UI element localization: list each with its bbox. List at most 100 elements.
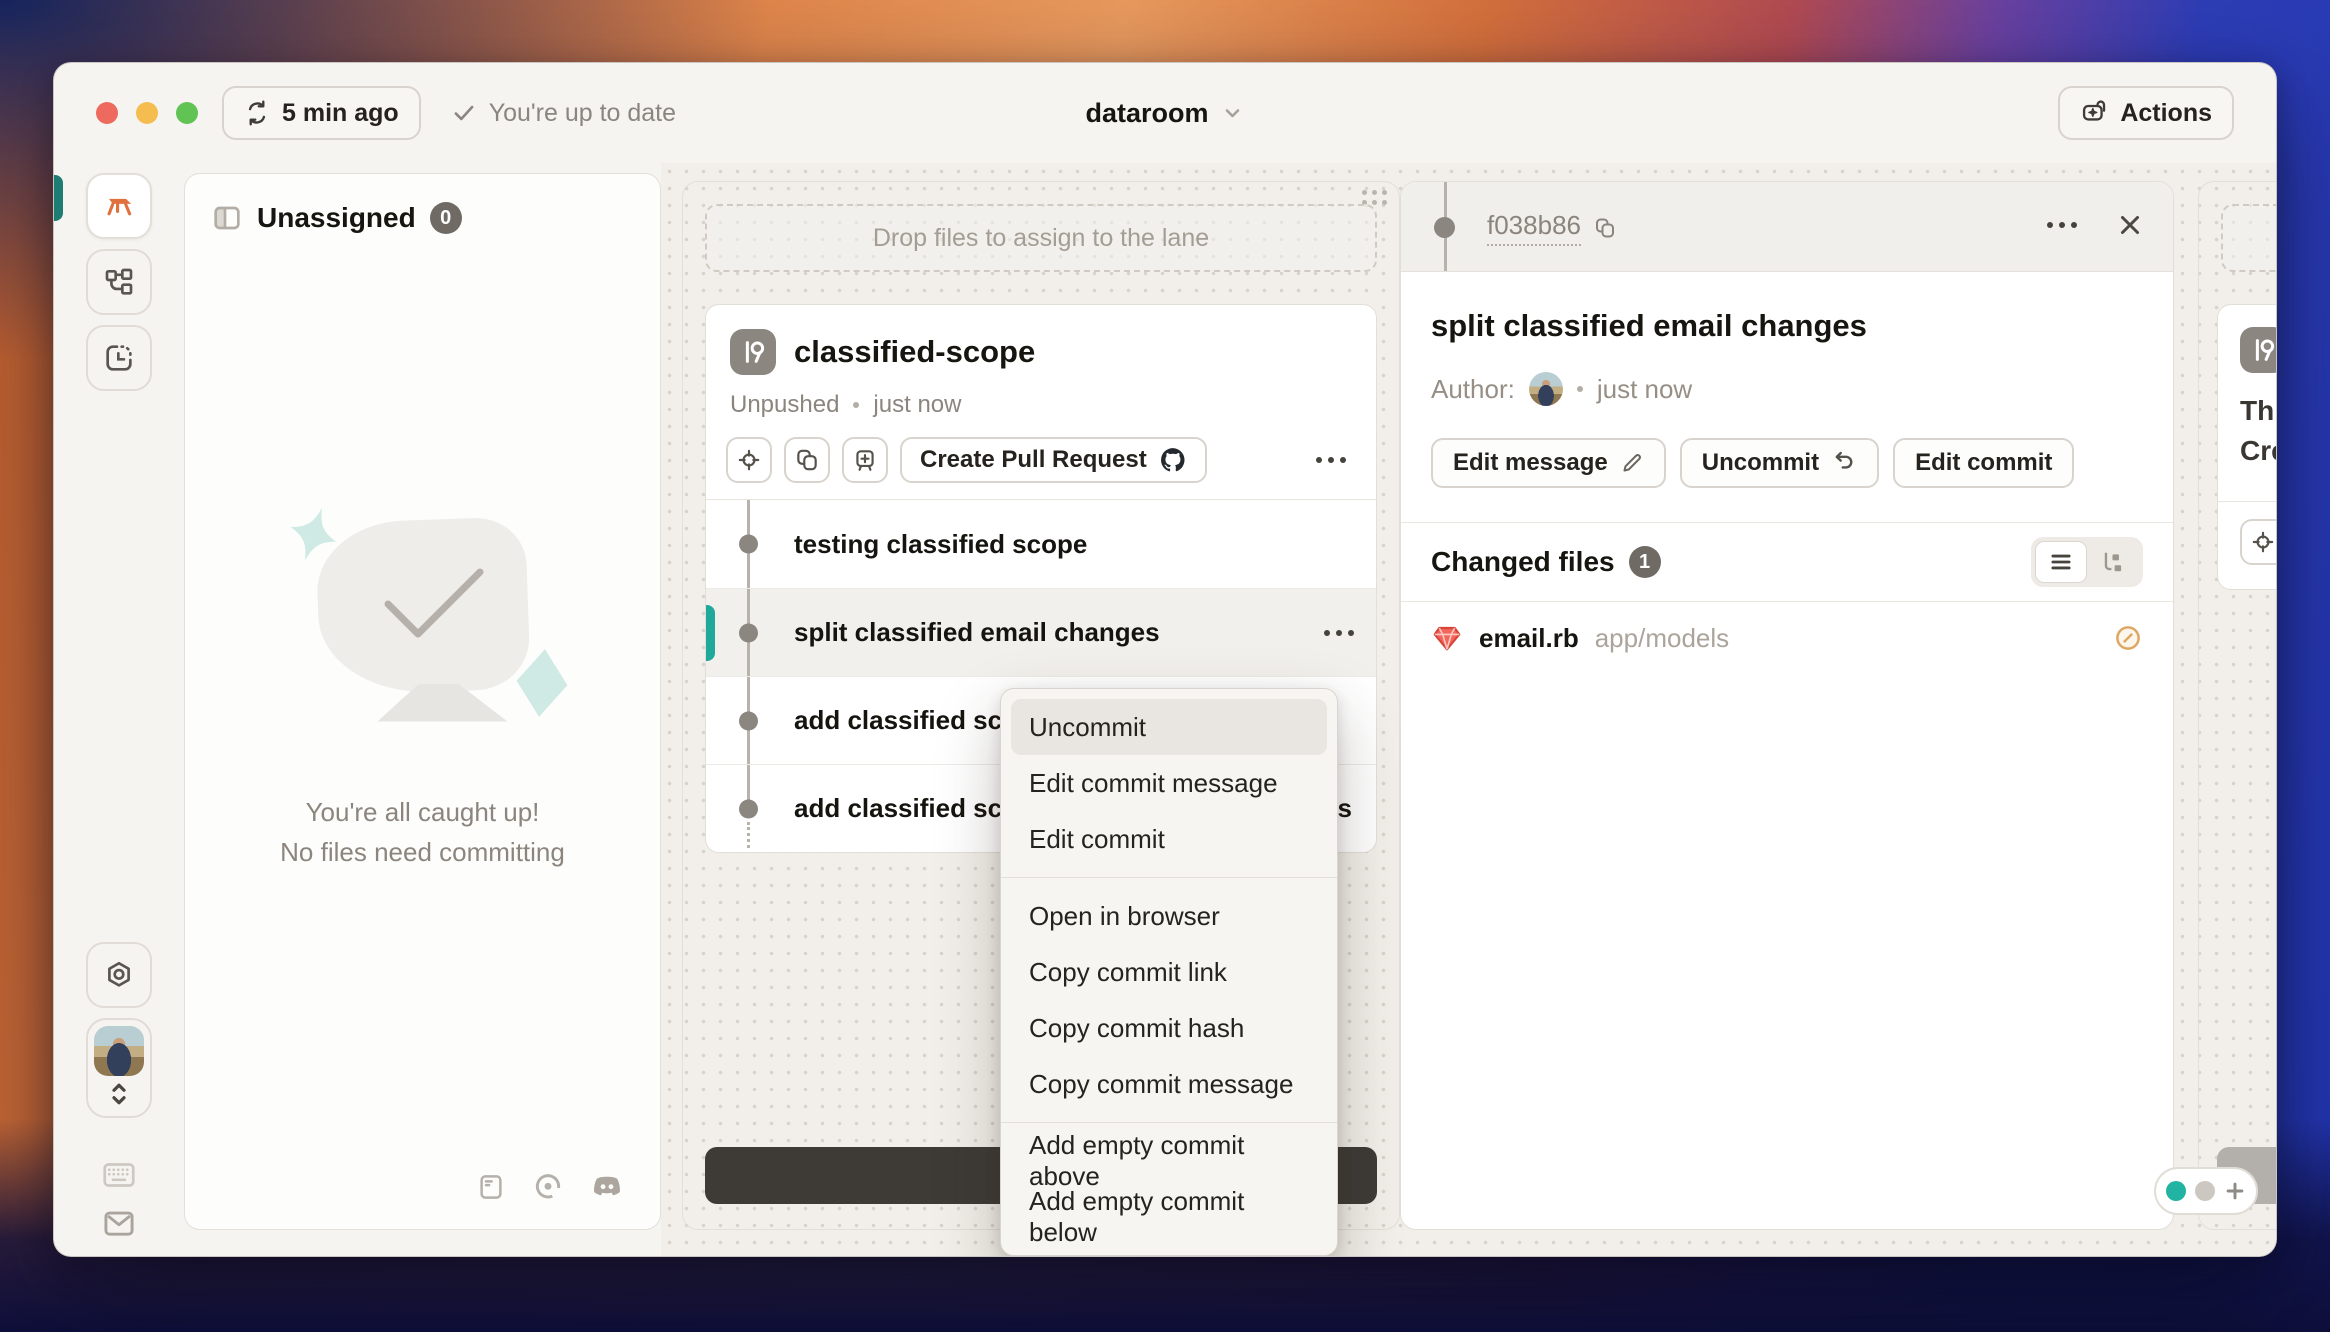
actions-button[interactable]: Actions (2058, 86, 2234, 140)
discord-button[interactable] (590, 1172, 624, 1202)
undo-icon (1831, 450, 1857, 476)
commit-context-menu: Uncommit Edit commit message Edit commit… (1000, 688, 1338, 1256)
open-source-button[interactable] (532, 1171, 564, 1203)
edit-message-button[interactable]: Edit message (1431, 438, 1666, 488)
modified-status-icon (2113, 623, 2143, 653)
commit-detail-header: f038b86 (1401, 182, 2173, 272)
zoom-window-button[interactable] (176, 102, 198, 124)
commit-detail-menu-button[interactable] (2047, 222, 2077, 228)
lane-dropzone[interactable]: Drop files to assign to the lane (705, 204, 1377, 272)
lane-pager (2154, 1167, 2258, 1215)
traffic-lights (96, 102, 198, 124)
menu-item-add-empty-commit-above[interactable]: Add empty commit above (1011, 1133, 1327, 1189)
branch-badge-icon (730, 329, 776, 375)
actions-label: Actions (2120, 99, 2212, 128)
commit-actions: Edit message Uncommit Edit commit (1431, 438, 2143, 488)
menu-separator (1001, 1122, 1337, 1123)
commit-row[interactable]: split classified email changes (706, 588, 1376, 676)
create-pr-label: Create Pull Request (920, 446, 1147, 474)
copy-icon (794, 447, 820, 473)
close-window-button[interactable] (96, 102, 118, 124)
edit-commit-label: Edit commit (1915, 449, 2052, 477)
menu-item-open-in-browser[interactable]: Open in browser (1011, 888, 1327, 944)
dropzone-label: Drop files to assign to the lane (873, 224, 1209, 253)
rail-workspace-button[interactable] (86, 173, 152, 239)
tree-view-button[interactable] (2087, 541, 2139, 583)
changed-files-count-badge: 1 (1629, 546, 1661, 578)
branch-time: just now (873, 391, 961, 419)
changed-files-title: Changed files (1431, 546, 1615, 578)
selector-chevrons-icon (104, 1076, 134, 1112)
menu-item-copy-commit-hash[interactable]: Copy commit hash (1011, 1000, 1327, 1056)
open-source-icon (532, 1171, 564, 1203)
commit-time: just now (1597, 374, 1692, 405)
project-switcher[interactable]: dataroom (1085, 98, 1244, 129)
branch-card: Th Cre (2217, 304, 2277, 590)
commit-row[interactable]: testing classified scope (706, 500, 1376, 588)
keyboard-shortcuts-button[interactable] (101, 1160, 137, 1190)
commit-hash-button[interactable]: f038b86 (1487, 210, 1617, 246)
actions-icon (2080, 99, 2108, 127)
rail-history-button[interactable] (86, 325, 152, 391)
branch-title-line: Cre (2240, 431, 2277, 471)
branch-menu-button[interactable] (1316, 457, 1346, 463)
lane-drag-handle[interactable] (1362, 190, 1387, 205)
lane-page-dot-active[interactable] (2166, 1181, 2186, 1201)
uncommit-label: Uncommit (1702, 449, 1819, 477)
empty-state-subtitle: No files need committing (280, 832, 565, 872)
uncommit-button[interactable]: Uncommit (1680, 438, 1879, 488)
desktop: { "topbar": { "sync_label": "5 min ago",… (0, 0, 2330, 1332)
separator-dot (1577, 386, 1583, 392)
add-dependent-branch-button[interactable] (842, 437, 888, 483)
mail-icon (101, 1208, 137, 1240)
changelog-button[interactable] (476, 1172, 506, 1202)
menu-item-edit-commit-message[interactable]: Edit commit message (1011, 755, 1327, 811)
duplicate-branch-button[interactable] (784, 437, 830, 483)
file-name: email.rb (1479, 623, 1579, 654)
commit-menu-button[interactable] (1324, 630, 1354, 636)
minimize-window-button[interactable] (136, 102, 158, 124)
changed-file-row[interactable]: email.rb app/models (1401, 601, 2173, 674)
commit-target-button[interactable] (726, 437, 772, 483)
feedback-button[interactable] (101, 1208, 137, 1240)
window-topbar: 5 min ago You're up to date dataroom Act… (54, 63, 2276, 163)
commit-hash: f038b86 (1487, 210, 1581, 246)
add-lane-button[interactable] (2224, 1180, 2246, 1202)
changed-files-header: Changed files 1 (1401, 522, 2173, 601)
profile-switcher[interactable] (86, 1018, 152, 1118)
list-view-button[interactable] (2035, 541, 2087, 583)
up-to-date-label: You're up to date (489, 99, 676, 128)
list-view-icon (2048, 549, 2074, 575)
selected-commit-accent (706, 605, 715, 661)
menu-item-add-empty-commit-below[interactable]: Add empty commit below (1011, 1189, 1327, 1245)
ruby-file-icon (1431, 622, 1463, 654)
rail-branches-button[interactable] (86, 249, 152, 315)
commit-target-button[interactable] (2240, 519, 2277, 565)
edit-commit-button[interactable]: Edit commit (1893, 438, 2074, 488)
up-to-date-status: You're up to date (451, 99, 676, 128)
sync-button[interactable]: 5 min ago (222, 86, 421, 140)
lane-dropzone[interactable] (2221, 204, 2277, 272)
commit-detail-panel: f038b86 split classified email changes A… (1400, 181, 2174, 1230)
menu-item-copy-commit-message[interactable]: Copy commit message (1011, 1056, 1327, 1112)
menu-item-copy-commit-link[interactable]: Copy commit link (1011, 944, 1327, 1000)
file-view-toggle (2031, 537, 2143, 587)
target-plus-icon (736, 447, 762, 473)
branch-name[interactable]: classified-scope (794, 334, 1035, 370)
commit-dot-icon (739, 535, 758, 554)
commit-author-row: Author: just now (1431, 372, 2143, 406)
tree-view-icon (2100, 549, 2126, 575)
commit-dot-icon (739, 799, 758, 818)
settings-button[interactable] (86, 942, 152, 1008)
target-plus-icon (2250, 529, 2276, 555)
empty-state-illustration (263, 502, 583, 742)
create-pull-request-button[interactable]: Create Pull Request (900, 437, 1207, 483)
menu-item-uncommit[interactable]: Uncommit (1011, 699, 1327, 755)
menu-item-edit-commit[interactable]: Edit commit (1011, 811, 1327, 867)
lane-page-dot[interactable] (2195, 1181, 2215, 1201)
commit-dot-icon (739, 711, 758, 730)
big-check-icon (368, 562, 498, 662)
branches-icon (103, 266, 135, 298)
pencil-icon (1620, 451, 1644, 475)
close-detail-button[interactable] (2115, 210, 2145, 240)
